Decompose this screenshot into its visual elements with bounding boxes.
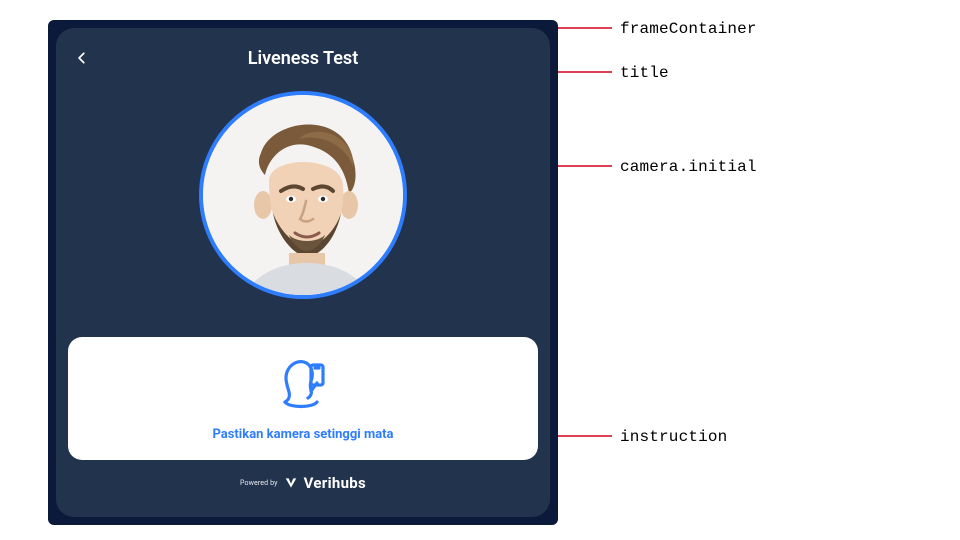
back-button[interactable] bbox=[70, 46, 94, 70]
hold-phone-eye-level-icon bbox=[271, 353, 335, 417]
chevron-left-icon bbox=[75, 51, 89, 65]
face-placeholder-icon bbox=[203, 95, 403, 295]
instruction-text: Pastikan kamera setinggi mata bbox=[212, 427, 393, 442]
brand: Verihubs bbox=[284, 474, 366, 492]
anno-instruction: instruction bbox=[620, 428, 727, 446]
powered-by-footer: Powered by Verihubs bbox=[240, 474, 366, 492]
brand-name: Verihubs bbox=[304, 474, 366, 492]
liveness-frame: Liveness Test bbox=[56, 28, 550, 517]
powered-by-label: Powered by bbox=[240, 480, 278, 487]
anno-title: title bbox=[620, 64, 669, 82]
brand-logo-icon bbox=[284, 476, 298, 490]
frame-container: Liveness Test bbox=[48, 20, 558, 525]
anno-camera-initial: camera.initial bbox=[620, 158, 757, 176]
anno-framecontainer: frameContainer bbox=[620, 20, 757, 38]
page-title: Liveness Test bbox=[248, 48, 359, 69]
instruction-card: Pastikan kamera setinggi mata bbox=[68, 337, 538, 460]
camera-initial bbox=[199, 91, 407, 299]
